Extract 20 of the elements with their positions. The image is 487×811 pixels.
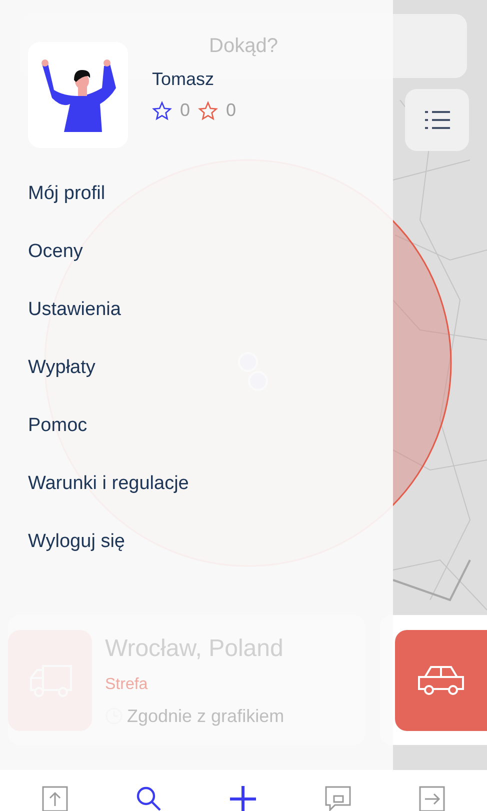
plus-icon[interactable] (228, 784, 258, 811)
car-icon (417, 664, 465, 696)
list-icon (424, 110, 450, 130)
schedule-label: Zgodnie z grafikiem (127, 704, 284, 728)
exit-icon[interactable] (416, 784, 447, 811)
search-placeholder: Dokąd? (209, 34, 278, 59)
list-button[interactable] (405, 89, 469, 151)
menu-item[interactable]: Pomoc (28, 414, 88, 438)
user-name: Tomasz (152, 68, 216, 91)
chat-icon[interactable] (322, 784, 353, 811)
upload-icon[interactable] (40, 784, 70, 811)
rating-count: 0 (226, 99, 236, 122)
menu-item[interactable]: Mój profil (28, 182, 106, 206)
menu-item[interactable]: Oceny (28, 240, 83, 264)
menu-item[interactable]: Ustawienia (28, 298, 121, 322)
rating-count: 0 (180, 99, 190, 122)
menu-item[interactable]: Wypłaty (28, 356, 96, 380)
zone-label: Strefa (105, 674, 149, 694)
menu-item[interactable]: Warunki i regulacje (28, 472, 189, 496)
menu-item[interactable]: Wyloguj się (28, 530, 125, 554)
